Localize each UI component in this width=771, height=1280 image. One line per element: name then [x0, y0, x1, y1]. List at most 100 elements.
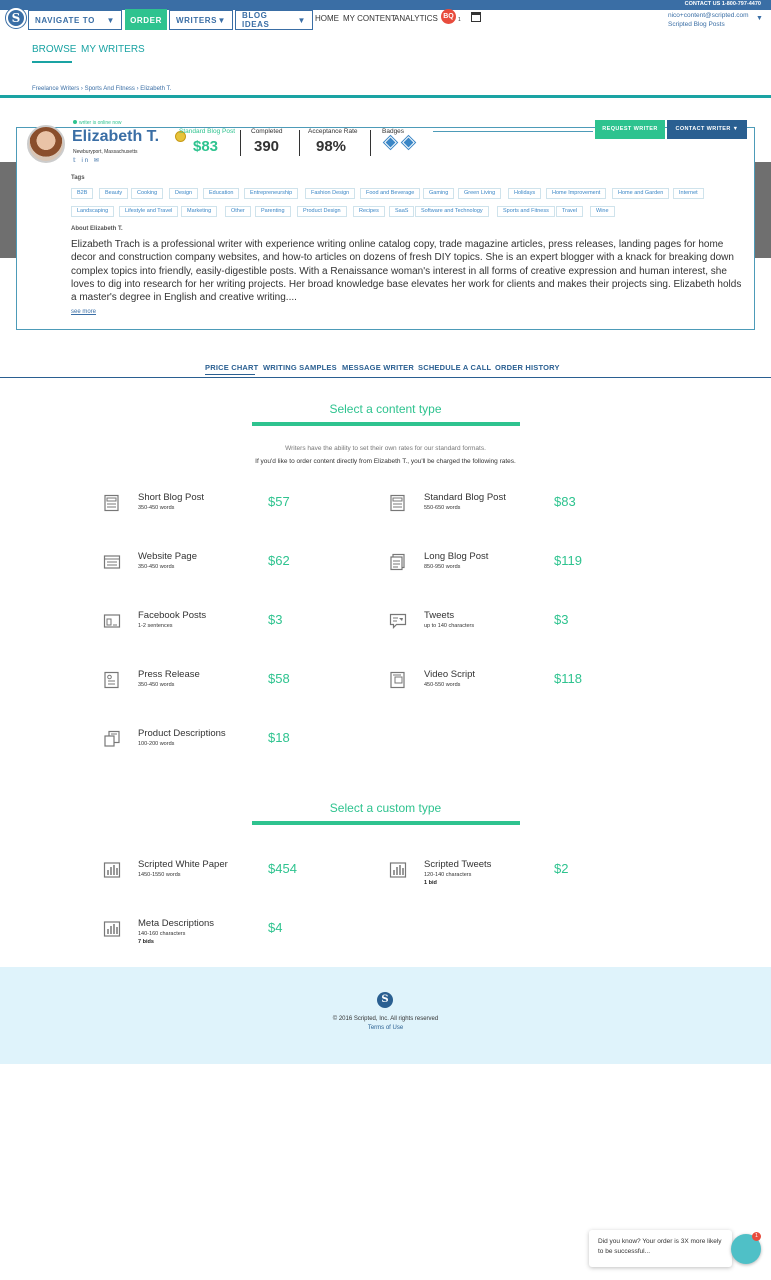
writers-label: WRITERS [176, 15, 218, 25]
scripted-logo[interactable]: S [6, 8, 26, 28]
scripted-white-paper-name[interactable]: Scripted White Paper [138, 859, 228, 870]
facebook-posts-name[interactable]: Facebook Posts [138, 610, 206, 621]
long-blog-post-name[interactable]: Long Blog Post [424, 551, 488, 562]
calendar-icon[interactable] [471, 12, 481, 22]
nav-my-content-link[interactable]: MY CONTENT [343, 14, 396, 23]
notification-count: 1 [458, 17, 461, 23]
tag-item[interactable]: Product Design [297, 206, 347, 217]
tags-title: Tags [71, 175, 85, 181]
footer-logo[interactable]: S [377, 992, 393, 1008]
terms-of-use-link[interactable]: Terms of Use [0, 1025, 771, 1031]
order-button[interactable]: ORDER [125, 9, 167, 30]
tab-my-writers[interactable]: MY WRITERS [81, 44, 145, 55]
tweets-price[interactable]: $3 [554, 612, 568, 627]
tag-item[interactable]: Other [225, 206, 251, 217]
nav-analytics-link[interactable]: ANALYTICS [394, 14, 438, 23]
tag-item[interactable]: Cooking [131, 188, 164, 199]
tag-item[interactable]: Recipes [353, 206, 385, 217]
tag-item[interactable]: Software and Technology [415, 206, 489, 217]
user-email[interactable]: nico+content@scripted.com [668, 12, 749, 19]
long-blog-post-price[interactable]: $119 [554, 553, 582, 568]
bar-chart-icon[interactable] [389, 861, 407, 879]
facebook-posts-price[interactable]: $3 [268, 612, 282, 627]
tab-price-chart[interactable]: PRICE CHART [205, 363, 258, 372]
online-status: writer is online now [73, 120, 122, 126]
short-blog-post-name[interactable]: Short Blog Post [138, 492, 204, 503]
tag-item[interactable]: Landscaping [71, 206, 115, 217]
badge-diamond-icon[interactable] [384, 136, 397, 149]
press-release-name[interactable]: Press Release [138, 669, 200, 680]
contact-writer-button[interactable]: CONTACT WRITER ▼ [667, 120, 747, 139]
long-post-icon[interactable] [389, 553, 407, 571]
social-links[interactable]: 𝕥 in ✉ [73, 157, 101, 164]
chevron-down-icon[interactable]: ▼ [756, 15, 763, 22]
product-descriptions-name[interactable]: Product Descriptions [138, 728, 226, 739]
blog-post-icon[interactable] [103, 494, 121, 512]
blog-ideas-dropdown[interactable]: BLOG IDEAS ▼ [235, 9, 313, 30]
tweets-name[interactable]: Tweets [424, 610, 454, 621]
facebook-icon[interactable] [103, 612, 121, 630]
tag-item[interactable]: Home Improvement [546, 188, 607, 199]
tag-item[interactable]: Lifestyle and Travel [119, 206, 179, 217]
tab-order-history[interactable]: ORDER HISTORY [495, 363, 560, 372]
writers-dropdown[interactable]: WRITERS ▼ [169, 9, 233, 30]
tag-item[interactable]: Holidays [508, 188, 542, 199]
meta-descriptions-name[interactable]: Meta Descriptions [138, 918, 214, 929]
standard-blog-post-price[interactable]: $83 [554, 494, 576, 509]
website-page-name[interactable]: Website Page [138, 551, 197, 562]
tag-item[interactable]: Green Living [458, 188, 502, 199]
tag-item[interactable]: Parenting [255, 206, 291, 217]
badge-diamond-icon[interactable] [402, 136, 415, 149]
tab-writing-samples[interactable]: WRITING SAMPLES [263, 363, 337, 372]
scripted-tweets-name[interactable]: Scripted Tweets [424, 859, 491, 870]
product-descriptions-price[interactable]: $18 [268, 730, 290, 745]
tab-message-writer[interactable]: MESSAGE WRITER [342, 363, 414, 372]
stat-divider [370, 130, 371, 156]
tag-item[interactable]: Fashion Design [305, 188, 356, 199]
tag-item[interactable]: Home and Garden [612, 188, 670, 199]
standard-blog-price: $83 [193, 138, 219, 155]
tab-schedule-call[interactable]: SCHEDULE A CALL [418, 363, 491, 372]
scripted-tweets-price[interactable]: $2 [554, 861, 568, 876]
tag-item[interactable]: Marketing [181, 206, 218, 217]
see-more-link[interactable]: see more [71, 309, 96, 315]
chat-popup[interactable]: Did you know? Your order is 3X more like… [589, 1230, 732, 1267]
blog-post-icon[interactable] [389, 494, 407, 512]
tag-item[interactable]: Food and Beverage [360, 188, 421, 199]
nav-home-link[interactable]: HOME [315, 14, 339, 23]
meta-descriptions-price[interactable]: $4 [268, 920, 282, 935]
bar-chart-icon[interactable] [103, 920, 121, 938]
video-script-name[interactable]: Video Script [424, 669, 475, 680]
short-blog-post-price[interactable]: $57 [268, 494, 290, 509]
press-release-icon[interactable] [103, 671, 121, 689]
user-plan[interactable]: Scripted Blog Posts [668, 21, 725, 28]
bar-chart-icon[interactable] [103, 861, 121, 879]
press-release-price[interactable]: $58 [268, 671, 290, 686]
tag-item[interactable]: B2B [71, 188, 94, 199]
scripted-white-paper-price[interactable]: $454 [268, 861, 297, 876]
product-description-icon[interactable] [103, 730, 121, 748]
tag-item[interactable]: Travel [556, 206, 584, 217]
tag-item[interactable]: Entrepreneurship [244, 188, 299, 199]
tag-item[interactable]: SaaS [389, 206, 415, 217]
profile-banner-left [0, 162, 16, 258]
tab-browse[interactable]: BROWSE [32, 44, 76, 55]
tag-item[interactable]: Design [169, 188, 199, 199]
tag-item[interactable]: Wine [590, 206, 615, 217]
website-page-icon[interactable] [103, 553, 121, 571]
tag-item[interactable]: Sports and Fitness [497, 206, 555, 217]
tag-item[interactable]: Beauty [99, 188, 129, 199]
tweet-icon[interactable] [389, 612, 407, 630]
tag-item[interactable]: Gaming [423, 188, 455, 199]
teal-divider [0, 95, 771, 98]
video-script-price[interactable]: $118 [554, 671, 582, 686]
website-page-price[interactable]: $62 [268, 553, 290, 568]
notification-icon[interactable]: BQ [441, 9, 456, 24]
tag-item[interactable]: Internet [673, 188, 704, 199]
tag-item[interactable]: Education [203, 188, 240, 199]
request-writer-button[interactable]: REQUEST WRITER [595, 120, 665, 139]
navigate-to-dropdown[interactable]: NAVIGATE TO ▼ [28, 9, 122, 30]
standard-blog-post-name[interactable]: Standard Blog Post [424, 492, 506, 503]
video-script-icon[interactable] [389, 671, 407, 689]
breadcrumb[interactable]: Freelance Writers › Sports And Fitness ›… [32, 86, 171, 92]
